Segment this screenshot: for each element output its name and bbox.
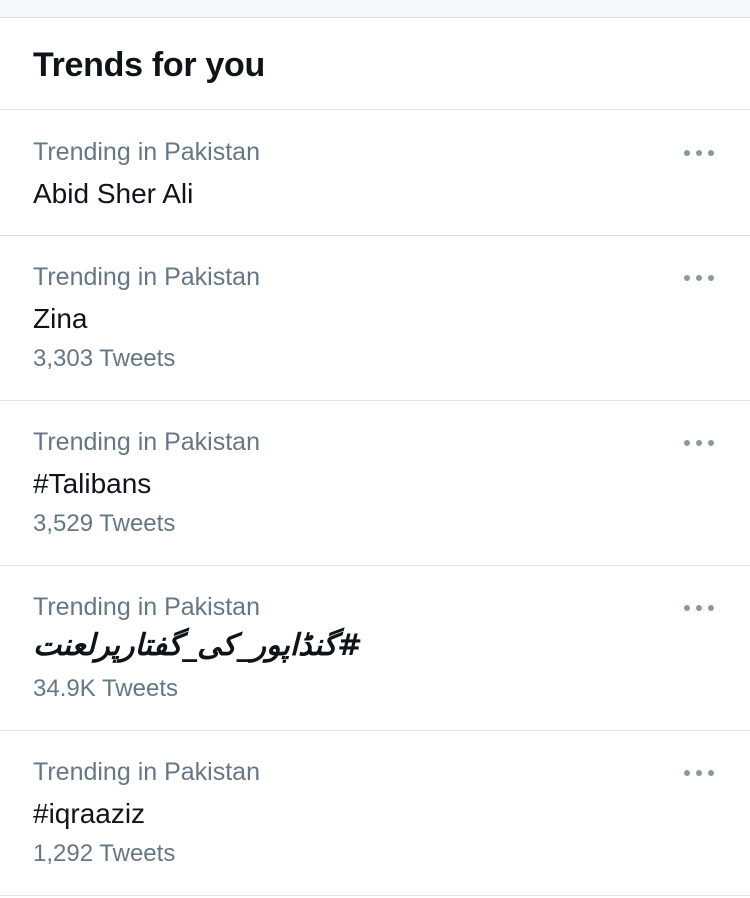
more-horizontal-icon[interactable] <box>684 769 714 777</box>
more-horizontal-icon[interactable] <box>684 604 714 612</box>
trend-context: Trending in Pakistan <box>33 593 260 621</box>
top-strip <box>0 0 750 18</box>
trend-context: Trending in Pakistan <box>33 428 260 456</box>
trend-name: Zina <box>33 303 88 334</box>
trend-item[interactable]: Trending in Pakistan Abid Sher Ali <box>0 111 750 236</box>
trend-item[interactable]: Trending in Pakistan Zina 3,303 Tweets <box>0 236 750 401</box>
trend-item[interactable]: Trending in Pakistan #گنڈاپور_کی_گفتارپر… <box>0 566 750 731</box>
trends-header: Trends for you <box>0 18 750 110</box>
trend-name: #iqraaziz <box>33 798 146 829</box>
trends-title: Trends for you <box>33 46 265 84</box>
trend-context: Trending in Pakistan <box>33 138 260 166</box>
trend-name: #گنڈاپور_کی_گفتارپرلعنت <box>33 628 363 663</box>
trend-tweet-count: 3,303 Tweets <box>33 345 176 372</box>
trend-context: Trending in Pakistan <box>33 263 260 291</box>
trend-tweet-count: 34.9K Tweets <box>33 675 178 702</box>
more-horizontal-icon[interactable] <box>684 149 714 157</box>
trend-item[interactable]: Trending in Pakistan #iqraaziz 1,292 Twe… <box>0 731 750 896</box>
trend-tweet-count: 1,292 Tweets <box>33 840 176 867</box>
trend-name: #Talibans <box>33 468 152 499</box>
trend-tweet-count: 3,529 Tweets <box>33 510 176 537</box>
more-horizontal-icon[interactable] <box>684 439 714 447</box>
trend-name: Abid Sher Ali <box>33 178 194 209</box>
trend-item[interactable]: Trending in Pakistan #Talibans 3,529 Twe… <box>0 401 750 566</box>
trend-context: Trending in Pakistan <box>33 758 260 786</box>
more-horizontal-icon[interactable] <box>684 274 714 282</box>
